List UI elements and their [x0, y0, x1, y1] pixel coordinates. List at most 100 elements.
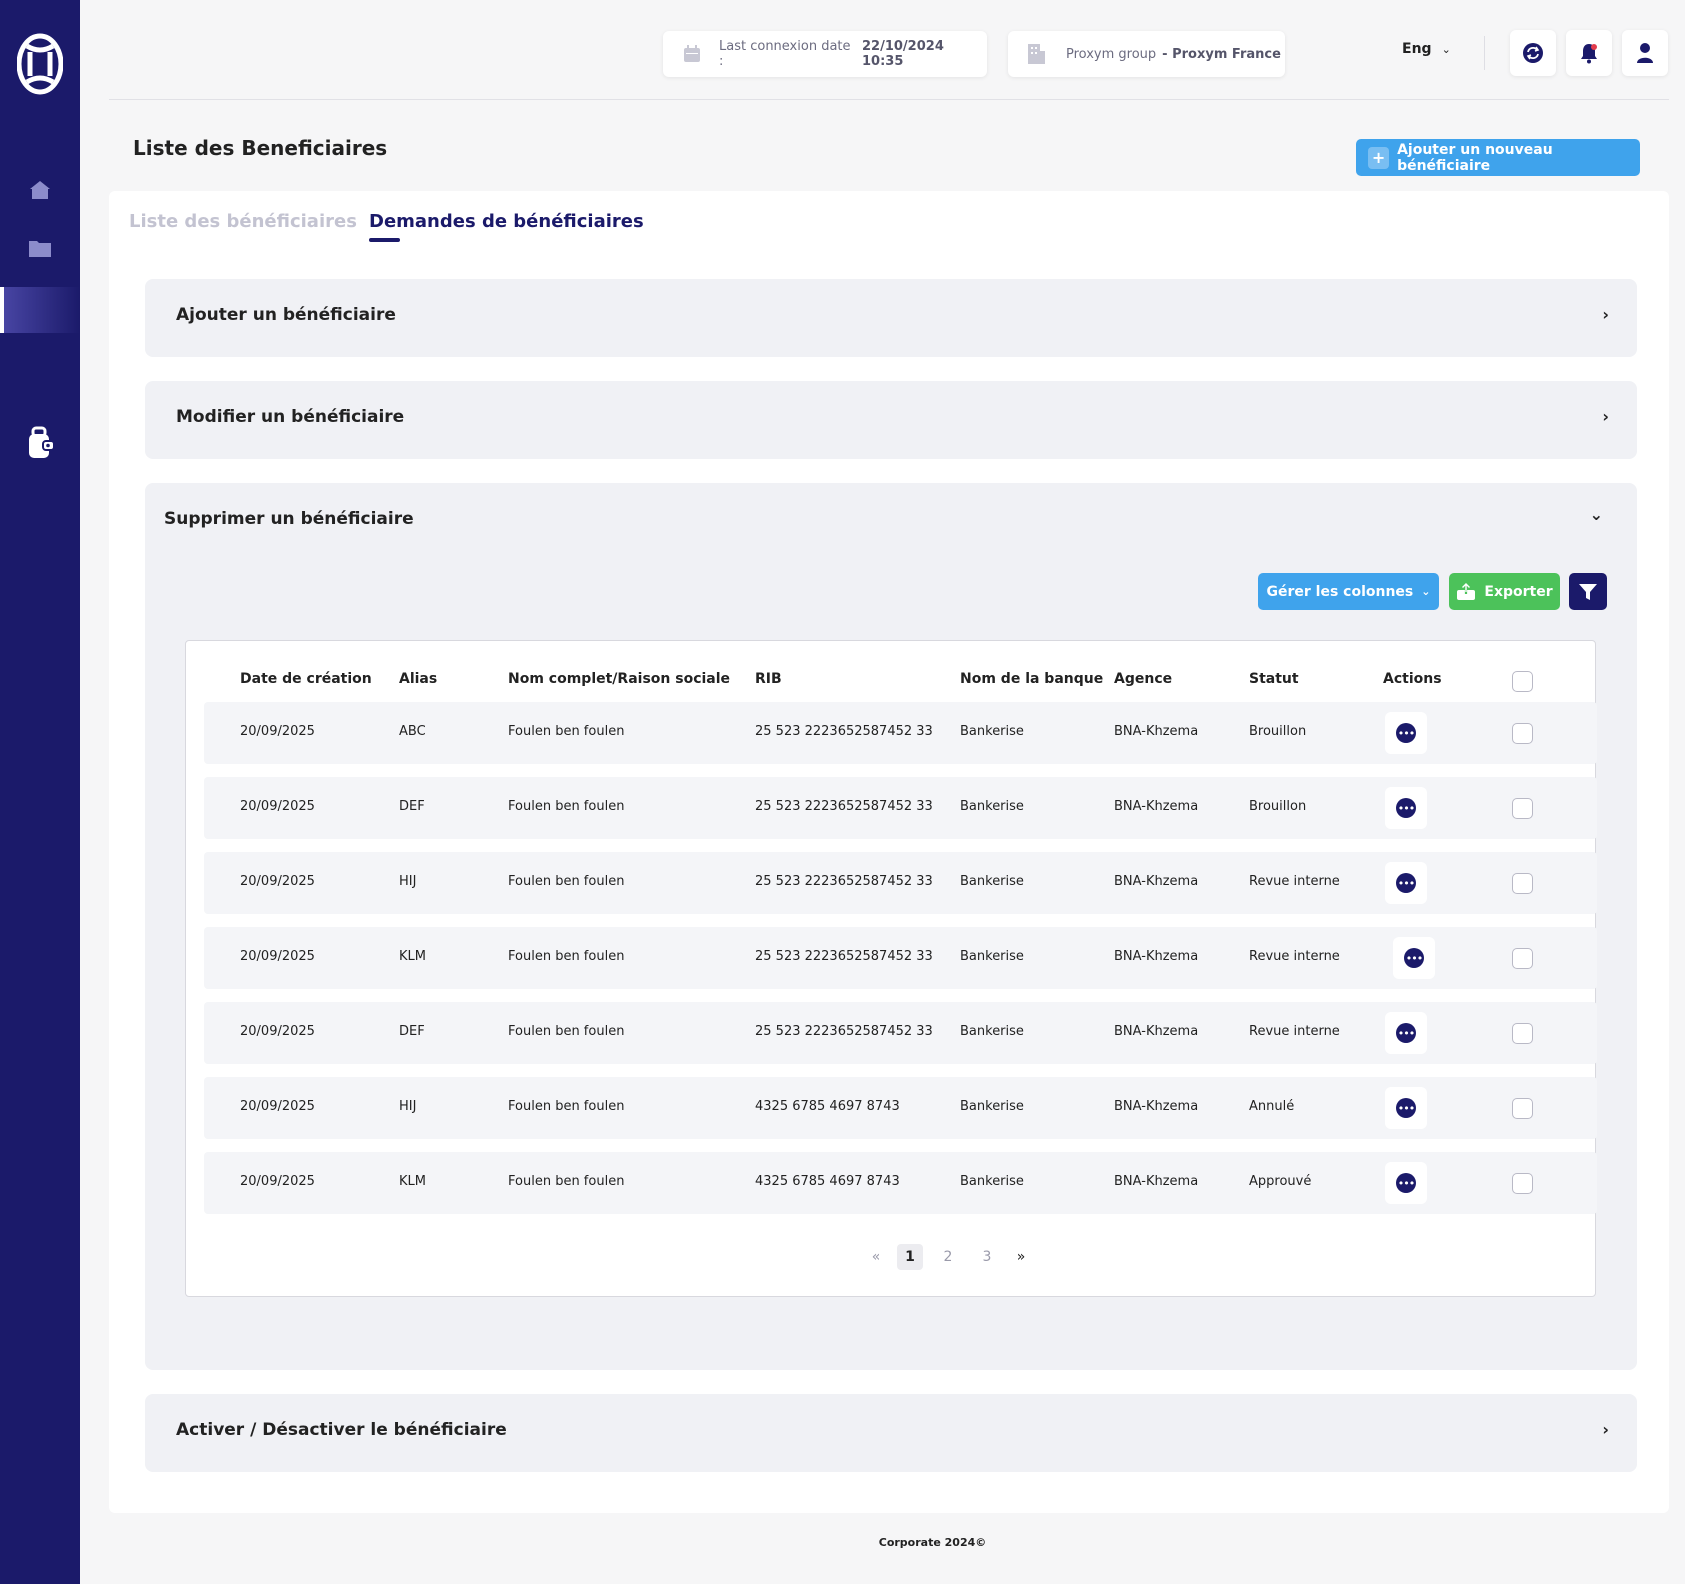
table-cell: 25 523 2223652587452 33 — [755, 799, 933, 814]
home-icon[interactable] — [26, 176, 54, 204]
tab-demandes-beneficiaires[interactable]: Demandes de bénéficiaires — [369, 211, 644, 232]
table-row[interactable]: 20/09/2025 DEF Foulen ben foulen 25 523 222… — [204, 777, 1597, 839]
filter-button[interactable] — [1569, 573, 1607, 610]
more-options-icon: ••• — [1396, 723, 1416, 743]
table-cell: Approuvé — [1249, 1174, 1312, 1189]
column-header[interactable]: Nom de la banque — [960, 671, 1103, 687]
pagination-page-3[interactable]: 3 — [974, 1244, 1000, 1270]
table-cell: 25 523 2223652587452 33 — [755, 949, 933, 964]
language-value: Eng — [1402, 41, 1432, 57]
table-row[interactable]: 20/09/2025 HIJ Foulen ben foulen 4325 6785 … — [204, 1077, 1597, 1139]
row-actions-button[interactable]: ••• — [1385, 1162, 1427, 1204]
table-cell: 20/09/2025 — [240, 1099, 315, 1114]
table-cell: BNA-Khzema — [1114, 724, 1199, 739]
table-row[interactable]: 20/09/2025 DEF Foulen ben foulen 25 523 222… — [204, 1002, 1597, 1064]
column-header[interactable]: Agence — [1114, 671, 1172, 687]
switch-account-button[interactable] — [1510, 30, 1556, 76]
column-header[interactable]: Date de création — [240, 671, 372, 687]
user-icon — [1636, 42, 1654, 64]
table-row[interactable]: 20/09/2025 HIJ Foulen ben foulen 25 523 222… — [204, 852, 1597, 914]
language-selector[interactable]: Eng ⌄ — [1402, 41, 1451, 57]
row-actions-button[interactable]: ••• — [1385, 787, 1427, 829]
upload-icon — [1456, 582, 1476, 601]
pagination-prev[interactable]: « — [863, 1244, 889, 1270]
active-tab-indicator — [369, 238, 400, 242]
column-header[interactable]: Alias — [399, 671, 437, 687]
table-cell: 20/09/2025 — [240, 724, 315, 739]
building-icon — [1026, 43, 1046, 65]
table-cell: BNA-Khzema — [1114, 1174, 1199, 1189]
last-connexion-pill: Last connexion date : 22/10/2024 10:35 — [663, 31, 987, 77]
row-actions-button[interactable]: ••• — [1393, 937, 1435, 979]
plus-icon: + — [1368, 146, 1390, 169]
row-actions-button[interactable]: ••• — [1385, 1012, 1427, 1054]
row-checkbox[interactable] — [1512, 1173, 1533, 1194]
last-connexion-value: 22/10/2024 10:35 — [862, 39, 944, 69]
table-cell: Foulen ben foulen — [508, 1174, 625, 1189]
column-header[interactable]: Statut — [1249, 671, 1299, 687]
pagination-page-2[interactable]: 2 — [935, 1244, 961, 1270]
row-actions-button[interactable]: ••• — [1385, 712, 1427, 754]
table-cell: 25 523 2223652587452 33 — [755, 1024, 933, 1039]
table-row[interactable]: 20/09/2025 KLM Foulen ben foulen 4325 6785 … — [204, 1152, 1597, 1214]
accordion-delete-title[interactable]: Supprimer un bénéficiaire — [164, 509, 414, 529]
accordion-add[interactable]: Ajouter un bénéficiaire › — [145, 279, 1637, 357]
table-cell: Bankerise — [960, 1099, 1024, 1114]
notifications-button[interactable] — [1566, 30, 1612, 76]
row-checkbox[interactable] — [1512, 1023, 1533, 1044]
chevron-right-icon: › — [1602, 1420, 1609, 1439]
row-checkbox[interactable] — [1512, 948, 1533, 969]
export-button[interactable]: Exporter — [1449, 573, 1560, 610]
add-beneficiary-button[interactable]: + Ajouter un nouveau bénéficiaire — [1356, 139, 1640, 176]
filter-icon — [1578, 582, 1598, 602]
chevron-down-icon: ⌄ — [1421, 585, 1431, 598]
table-cell: Foulen ben foulen — [508, 949, 625, 964]
table-cell: BNA-Khzema — [1114, 949, 1199, 964]
folder-icon[interactable] — [26, 234, 54, 262]
table-row[interactable]: 20/09/2025 KLM Foulen ben foulen 25 523 222… — [204, 927, 1597, 989]
group-value: - Proxym France — [1162, 46, 1281, 62]
accordion-delete: Supprimer un bénéficiaire ⌄ Gérer les co… — [145, 483, 1637, 1370]
footer: Corporate 2024© — [878, 1536, 987, 1549]
tab-liste-beneficiaires[interactable]: Liste des bénéficiaires — [129, 211, 357, 232]
table-cell: Bankerise — [960, 949, 1024, 964]
chevron-down-icon[interactable]: ⌄ — [1590, 505, 1603, 524]
row-actions-button[interactable]: ••• — [1385, 1087, 1427, 1129]
table-cell: Revue interne — [1249, 1024, 1340, 1039]
table-cell: Bankerise — [960, 799, 1024, 814]
select-all-checkbox[interactable] — [1512, 671, 1533, 692]
profile-button[interactable] — [1622, 30, 1668, 76]
row-checkbox[interactable] — [1512, 873, 1533, 894]
row-checkbox[interactable] — [1512, 723, 1533, 744]
group-pill[interactable]: Proxym group - Proxym France — [1008, 31, 1285, 77]
row-checkbox[interactable] — [1512, 798, 1533, 819]
row-checkbox[interactable] — [1512, 1098, 1533, 1119]
manage-columns-button[interactable]: Gérer les colonnes ⌄ — [1258, 573, 1439, 610]
more-options-icon: ••• — [1396, 1023, 1416, 1043]
pagination-next[interactable]: » — [1008, 1244, 1034, 1270]
more-options-icon: ••• — [1396, 873, 1416, 893]
table-cell: Brouillon — [1249, 799, 1307, 814]
pagination-page-1[interactable]: 1 — [897, 1244, 923, 1270]
column-header[interactable]: Actions — [1383, 671, 1442, 687]
accordion-edit[interactable]: Modifier un bénéficiaire › — [145, 381, 1637, 459]
bell-icon — [1579, 42, 1599, 64]
sidebar — [0, 0, 80, 1584]
calendar-icon — [683, 45, 701, 63]
table-row[interactable]: 20/09/2025 ABC Foulen ben foulen 25 523 222… — [204, 702, 1597, 764]
table-cell: Bankerise — [960, 1024, 1024, 1039]
main-card: Liste des bénéficiaires Demandes de béné… — [109, 191, 1669, 1513]
row-actions-button[interactable]: ••• — [1385, 862, 1427, 904]
column-header[interactable]: RIB — [755, 671, 782, 687]
table-cell: Brouillon — [1249, 724, 1307, 739]
logo-icon[interactable] — [16, 32, 64, 96]
sidebar-active-item[interactable] — [0, 287, 80, 333]
table-cell: Foulen ben foulen — [508, 724, 625, 739]
accordion-toggle[interactable]: Activer / Désactiver le bénéficiaire › — [145, 1394, 1637, 1472]
more-options-icon: ••• — [1396, 798, 1416, 818]
column-header[interactable]: Nom complet/Raison sociale — [508, 671, 730, 687]
wallet-icon[interactable] — [26, 426, 56, 460]
table-cell: KLM — [399, 1174, 426, 1189]
export-label: Exporter — [1484, 583, 1553, 600]
table-cell: HIJ — [399, 1099, 417, 1114]
